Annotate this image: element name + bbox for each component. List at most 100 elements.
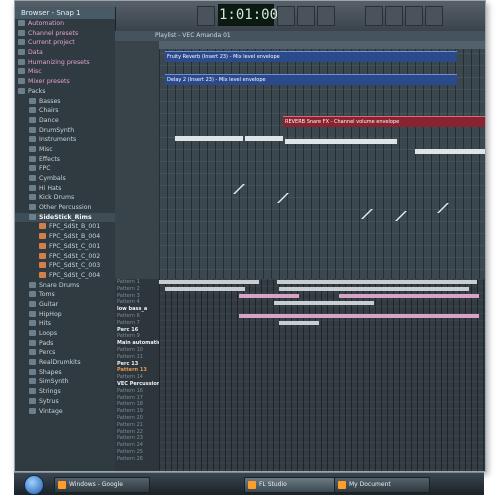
pattern-list-item[interactable]: low bass_a (115, 306, 159, 313)
browser-item[interactable]: Data (15, 48, 115, 58)
automation-clip[interactable]: Fruity Reverb (Insert 23) - Mix level en… (165, 51, 457, 62)
browser-item[interactable]: FPC_SdSt_C_002 (15, 252, 115, 262)
browser-item-label: Basses (39, 97, 61, 105)
pattern-list-item[interactable]: Pattern 11 (115, 354, 159, 361)
pattern-list-item[interactable]: Pattern 9 (115, 333, 159, 340)
pattern-block[interactable] (165, 287, 245, 291)
browser-item[interactable]: Loops (15, 329, 115, 339)
pattern-clip[interactable] (175, 136, 243, 141)
pattern-song-toggle[interactable] (317, 6, 335, 26)
browser-item[interactable]: FPC_SdSt_C_001 (15, 242, 115, 252)
browser-item[interactable]: Snare Drums (15, 281, 115, 291)
browser-item[interactable]: SimSynth (15, 377, 115, 387)
pattern-list-item[interactable]: Pattern 22 (115, 429, 159, 436)
browser-item[interactable]: FPC_SdSt_C_003 (15, 261, 115, 271)
pattern-list-item[interactable]: Pattern 4 (115, 299, 159, 306)
browser-item[interactable]: Toms (15, 290, 115, 300)
browser-item[interactable]: Misc (15, 145, 115, 155)
pattern-list-item[interactable]: Pattern 7 (115, 320, 159, 327)
taskbar-button[interactable]: Windows - Google (54, 477, 150, 493)
pattern-list-item[interactable]: Pattern 1 (115, 279, 159, 286)
pattern-list-item[interactable]: Pattern 10 (115, 347, 159, 354)
start-orb-icon[interactable] (24, 475, 44, 495)
browser-item[interactable]: Hits (15, 319, 115, 329)
browser-item[interactable]: Misc (15, 67, 115, 77)
browser-item[interactable]: Vintage (15, 407, 115, 417)
browser-item[interactable]: Strings (15, 387, 115, 397)
browser-item[interactable]: Effects (15, 155, 115, 165)
automation-clip[interactable]: REVERB Snare FX - Channel volume envelop… (283, 116, 485, 127)
pattern-block[interactable] (274, 301, 374, 305)
pattern-list-item[interactable]: Pattern 6 (115, 313, 159, 320)
pattern-list-item[interactable]: Pattern 2 (115, 286, 159, 293)
pattern-list-item[interactable]: Pattern 16 (115, 388, 159, 395)
pattern-block[interactable] (239, 294, 299, 298)
pattern-list-item[interactable]: Pattern 19 (115, 408, 159, 415)
pattern-clip[interactable] (285, 139, 397, 144)
browser-item[interactable]: Hi Hats (15, 184, 115, 194)
channel-rack-button[interactable] (425, 6, 443, 26)
sample-file-icon (39, 242, 46, 249)
browser-item[interactable]: Chairs (15, 106, 115, 116)
browser-item[interactable]: FPC_SdSt_B_004 (15, 232, 115, 242)
stop-button[interactable] (277, 6, 295, 26)
taskbar-button[interactable]: My Document (334, 477, 430, 493)
play-button[interactable] (197, 6, 215, 26)
pattern-list-item[interactable]: Main automation (115, 340, 159, 347)
browser-item[interactable]: Basses (15, 97, 115, 107)
browser-item[interactable]: FPC_SdSt_C_004 (15, 271, 115, 281)
mixer-button[interactable] (365, 6, 383, 26)
browser-item[interactable]: Automation (15, 19, 115, 29)
browser-item[interactable]: Guitar (15, 300, 115, 310)
pattern-list-item[interactable]: Perc 13 (115, 361, 159, 368)
pattern-list-item[interactable]: Pattern 21 (115, 422, 159, 429)
pattern-clip[interactable] (245, 136, 283, 141)
pattern-block[interactable] (279, 321, 319, 325)
record-button[interactable] (297, 6, 315, 26)
pattern-block[interactable] (339, 294, 479, 298)
pattern-list-item[interactable]: Pattern 25 (115, 449, 159, 456)
pattern-list-item[interactable]: Pattern 18 (115, 401, 159, 408)
browser-item[interactable]: FPC (15, 164, 115, 174)
browser-item[interactable]: Cymbals (15, 174, 115, 184)
browser-item[interactable]: Channel presets (15, 29, 115, 39)
pattern-list-item[interactable]: Pattern 20 (115, 415, 159, 422)
browser-item[interactable]: Percs (15, 348, 115, 358)
pattern-block[interactable] (277, 280, 477, 284)
browser-item[interactable]: RealDrumkits (15, 358, 115, 368)
pattern-list-item[interactable]: Perc 16 (115, 327, 159, 334)
pattern-list-item[interactable]: Pattern 3 (115, 293, 159, 300)
pattern-list-item[interactable]: VEC Percussion... (115, 381, 159, 388)
browser-item[interactable]: Humanizing presets (15, 58, 115, 68)
browser-item[interactable]: Kick Drums (15, 193, 115, 203)
piano-roll-button[interactable] (405, 6, 423, 26)
pattern-block[interactable] (279, 287, 469, 291)
browser-item[interactable]: Sytrus (15, 397, 115, 407)
timeline-ruler[interactable] (159, 41, 485, 49)
browser-item[interactable]: Packs (15, 87, 115, 97)
taskbar-button[interactable]: FL Studio (244, 477, 340, 493)
automation-clip[interactable]: Delay 2 (Insert 23) - Mix level envelope (165, 74, 457, 85)
pattern-grid[interactable] (159, 279, 485, 471)
pattern-list-item[interactable]: Pattern 23 (115, 435, 159, 442)
browser-item[interactable]: Pads (15, 339, 115, 349)
pattern-list-item[interactable]: Pattern 26 (115, 456, 159, 463)
browser-item[interactable]: Mixer presets (15, 77, 115, 87)
browser-item[interactable]: HipHop (15, 310, 115, 320)
browser-item[interactable]: Other Percussion (15, 203, 115, 213)
browser-item[interactable]: Instruments (15, 135, 115, 145)
playlist-button[interactable] (385, 6, 403, 26)
browser-item[interactable]: Current project (15, 38, 115, 48)
pattern-block[interactable] (159, 280, 259, 284)
pattern-block[interactable] (239, 314, 479, 318)
pattern-list-item[interactable]: Pattern 14 (115, 374, 159, 381)
browser-item[interactable]: DrumSynth (15, 126, 115, 136)
browser-item[interactable]: FPC_SdSt_B_001 (15, 222, 115, 232)
pattern-list-item[interactable]: Pattern 13 (115, 367, 159, 374)
browser-item[interactable]: SideStick_Rims (15, 212, 115, 223)
browser-item[interactable]: Shapes (15, 368, 115, 378)
pattern-clip[interactable] (415, 149, 485, 154)
pattern-list-item[interactable]: Pattern 24 (115, 442, 159, 449)
pattern-list-item[interactable]: Pattern 17 (115, 395, 159, 402)
browser-item[interactable]: Dance (15, 116, 115, 126)
